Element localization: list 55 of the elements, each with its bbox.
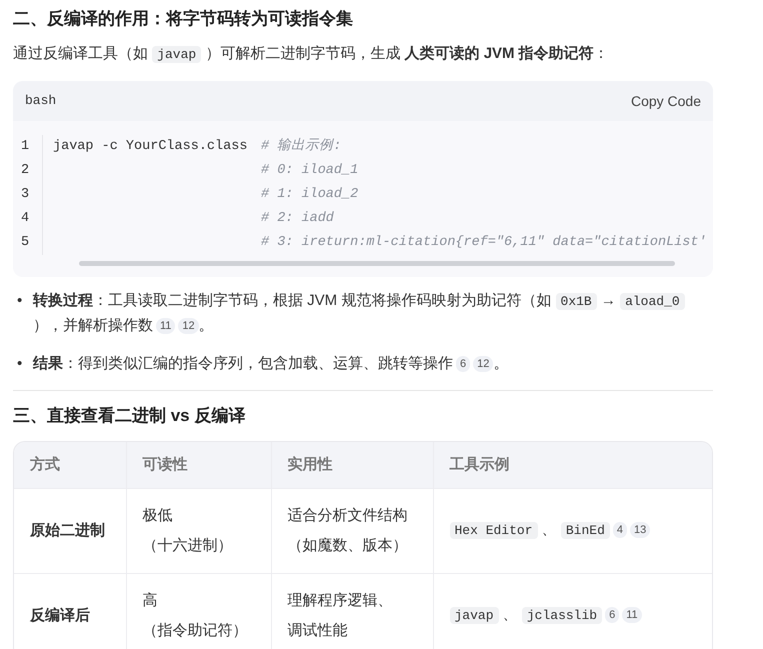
citation-badge[interactable]: 6 xyxy=(456,356,470,372)
bullet-text: ：得到类似汇编的指令序列，包含加载、运算、跳转等操作 xyxy=(63,355,453,372)
bullet-marker: • xyxy=(17,291,24,311)
line-number: 2 xyxy=(13,159,43,183)
section-heading: 三、直接查看二进制 vs 反编译 xyxy=(13,405,246,427)
section-heading: 二、反编译的作用：将字节码转为可读指令集 xyxy=(13,8,354,30)
column-header: 工具示例 xyxy=(433,442,712,488)
code-text: javap -c YourClass.class xyxy=(52,138,248,156)
citation-badge[interactable]: 11 xyxy=(156,318,176,334)
inline-code: javap xyxy=(450,607,499,624)
bullet-label: 转换过程 xyxy=(33,292,93,309)
bullet-text: → xyxy=(600,292,617,309)
code-comment: # 3: ireturn:ml-citation{ref="6,11" data="citationList' xyxy=(261,234,707,252)
column-header: 可读性 xyxy=(126,442,271,488)
paragraph-text: ）可解析二进制字节码，生成 人类可读的 JVM 指令助记符： xyxy=(204,45,609,62)
inline-code: BinEd xyxy=(560,522,610,539)
bullet-text: 。 xyxy=(198,317,214,334)
citation-badge[interactable]: 11 xyxy=(622,607,642,623)
table-cell: 适合分析文件结构 （如魔数、版本） xyxy=(271,488,433,573)
table-cell: 理解程序逻辑、 调试性能 xyxy=(271,573,433,649)
code-comment: # 2: iadd xyxy=(261,210,334,228)
inline-code: 0x1B xyxy=(556,293,597,310)
citation-badge[interactable]: 13 xyxy=(630,522,650,538)
table-cell: 原始二进制 xyxy=(14,488,126,573)
table-text: 、 xyxy=(502,606,519,623)
table-text: 、 xyxy=(540,521,558,538)
bullet-text: ：工具读取二进制字节码，根据 JVM 规范将操作码映射为助记符（如 xyxy=(93,292,552,309)
bullet-marker: • xyxy=(17,354,24,374)
code-comment: # 0: iload_1 xyxy=(261,162,358,180)
bullet-label: 结果 xyxy=(33,355,63,372)
citation-badge[interactable]: 4 xyxy=(612,522,627,538)
copy-button[interactable]: Copy Code xyxy=(630,90,701,112)
bullet-text: 。 xyxy=(493,355,508,372)
inline-code: Hex Editor xyxy=(450,522,538,539)
table-cell: 高 （指令助记符） xyxy=(126,573,271,649)
line-number: 4 xyxy=(13,207,43,231)
line-number: 5 xyxy=(13,231,43,255)
inline-code: aload_0 xyxy=(620,293,685,310)
citation-badge[interactable]: 12 xyxy=(473,356,494,372)
scrollbar-thumb[interactable] xyxy=(79,261,675,266)
citation-badge[interactable]: 12 xyxy=(178,318,199,334)
code-comment: # 输出示例: xyxy=(261,136,342,156)
column-header: 方式 xyxy=(14,442,126,488)
line-number: 3 xyxy=(13,183,43,207)
table-cell: 反编译后 xyxy=(14,573,126,649)
paragraph-text: 通过反编译工具（如 xyxy=(13,45,149,62)
column-header: 实用性 xyxy=(271,442,433,488)
table-cell: 极低 （十六进制） xyxy=(126,488,271,573)
bullet-text: ），并解析操作数 xyxy=(33,317,153,334)
code-comment: # 1: iload_2 xyxy=(261,186,358,204)
language-label: bash xyxy=(25,92,56,110)
line-number: 1 xyxy=(13,135,43,159)
citation-badge[interactable]: 6 xyxy=(605,607,620,623)
inline-code: javap xyxy=(152,46,202,63)
inline-code: jclasslib xyxy=(522,607,602,624)
